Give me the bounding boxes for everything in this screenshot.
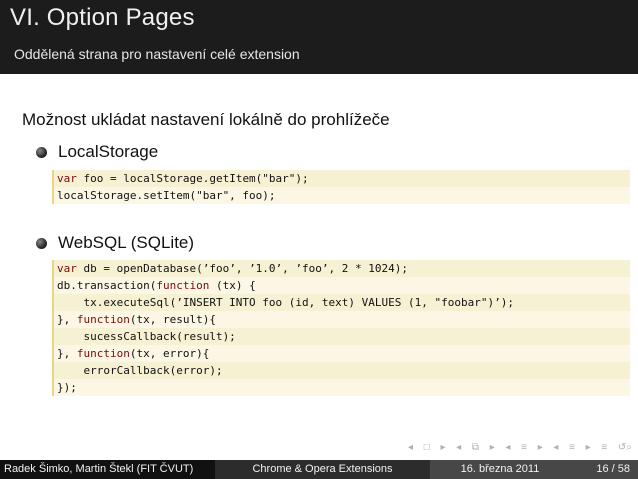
code-keyword: function (76, 313, 130, 326)
code-line: var db = openDatabase(’foo’, ’1.0’, ’foo… (52, 260, 630, 277)
code-line: errorCallback(error); (52, 362, 630, 379)
slide-subtitle: Oddělená strana pro nastavení celé exten… (14, 46, 300, 62)
nav-part-left-icon[interactable]: ◂ (553, 442, 558, 453)
code-keyword: var (57, 262, 77, 275)
code-keyword: var (57, 172, 77, 185)
code-line: }, function(tx, error){ (52, 345, 630, 362)
code-token: db.transaction( (57, 279, 157, 292)
nav-section-icon[interactable]: ≡ (521, 442, 527, 453)
code-line: tx.executeSql(’INSERT INTO foo (id, text… (52, 294, 630, 311)
nav-search-icon[interactable]: ↺⌕ (618, 442, 632, 453)
code-token: tx.executeSql(’INSERT INTO foo (id, text… (57, 296, 514, 309)
nav-section-left-icon[interactable]: ◂ (505, 442, 510, 453)
code-line: sucessCallback(result); (52, 328, 630, 345)
nav-frame-left-icon[interactable]: ◂ (408, 442, 413, 453)
code-line: var foo = localStorage.getItem("bar"); (52, 170, 630, 187)
bullet-label: LocalStorage (58, 142, 159, 161)
code-token: (tx) { (209, 279, 256, 292)
nav-subsection-left-icon[interactable]: ◂ (456, 442, 461, 453)
nav-part-icon[interactable]: ≡ (569, 442, 575, 453)
nav-frame-right-icon[interactable]: ▸ (440, 442, 445, 453)
code-token: }, (57, 313, 77, 326)
nav-frame-icon[interactable]: □ (424, 442, 430, 453)
code-token: (tx, result){ (129, 313, 216, 326)
slide-header: VI. Option Pages Oddělená strana pro nas… (0, 0, 638, 74)
nav-section-right-icon[interactable]: ▸ (538, 442, 543, 453)
nav-subsection-right-icon[interactable]: ▸ (490, 442, 495, 453)
slide-title: VI. Option Pages (10, 4, 195, 31)
code-line: }, function(tx, result){ (52, 311, 630, 328)
code-token: sucessCallback(result); (57, 330, 236, 343)
nav-part-right-icon[interactable]: ▸ (586, 442, 591, 453)
nav-subsection-icon[interactable]: ⧉ (472, 442, 479, 453)
code-token: }, (57, 347, 77, 360)
code-token: db = openDatabase(’foo’, ’1.0’, ’foo’, 2… (76, 262, 409, 275)
code-token: (tx, error){ (129, 347, 210, 360)
footer-date: 16. března 2011 (430, 460, 570, 479)
code-line: }); (52, 379, 630, 396)
nav-align-icon[interactable]: ≡ (601, 442, 607, 453)
bullet-dot-icon (36, 237, 47, 249)
code-token: }); (57, 381, 77, 394)
footer-course: Chrome & Opera Extensions (215, 460, 430, 479)
bullet-localstorage: LocalStorage (36, 139, 336, 165)
footer-authors: Radek Šimko, Martin Štekl (FIT ČVUT) (0, 460, 215, 479)
bullet-dot-icon (36, 146, 47, 158)
footer-page-number: 16 / 58 (570, 460, 638, 479)
code-keyword: function (156, 279, 210, 292)
code-block-localstorage: var foo = localStorage.getItem("bar"); lo… (52, 170, 630, 204)
slide-footer: Radek Šimko, Martin Štekl (FIT ČVUT) Chr… (0, 460, 638, 479)
bullet-label: WebSQL (SQLite) (58, 233, 195, 252)
code-line: db.transaction(function (tx) { (52, 277, 630, 294)
code-token: localStorage.setItem("bar", foo); (57, 189, 276, 202)
code-block-websql: var db = openDatabase(’foo’, ’1.0’, ’foo… (52, 260, 630, 396)
code-line: localStorage.setItem("bar", foo); (52, 187, 630, 204)
beamer-navigation: ◂ □ ▸ ◂ ⧉ ▸ ◂ ≡ ▸ ◂ ≡ ▸ ≡ ↺⌕ (408, 440, 632, 454)
code-token: errorCallback(error); (57, 364, 223, 377)
bullet-websql: WebSQL (SQLite) (36, 230, 336, 256)
intro-text: Možnost ukládat nastavení lokálně do pro… (22, 110, 390, 129)
code-token: foo = localStorage.getItem("bar"); (76, 172, 309, 185)
code-keyword: function (76, 347, 130, 360)
